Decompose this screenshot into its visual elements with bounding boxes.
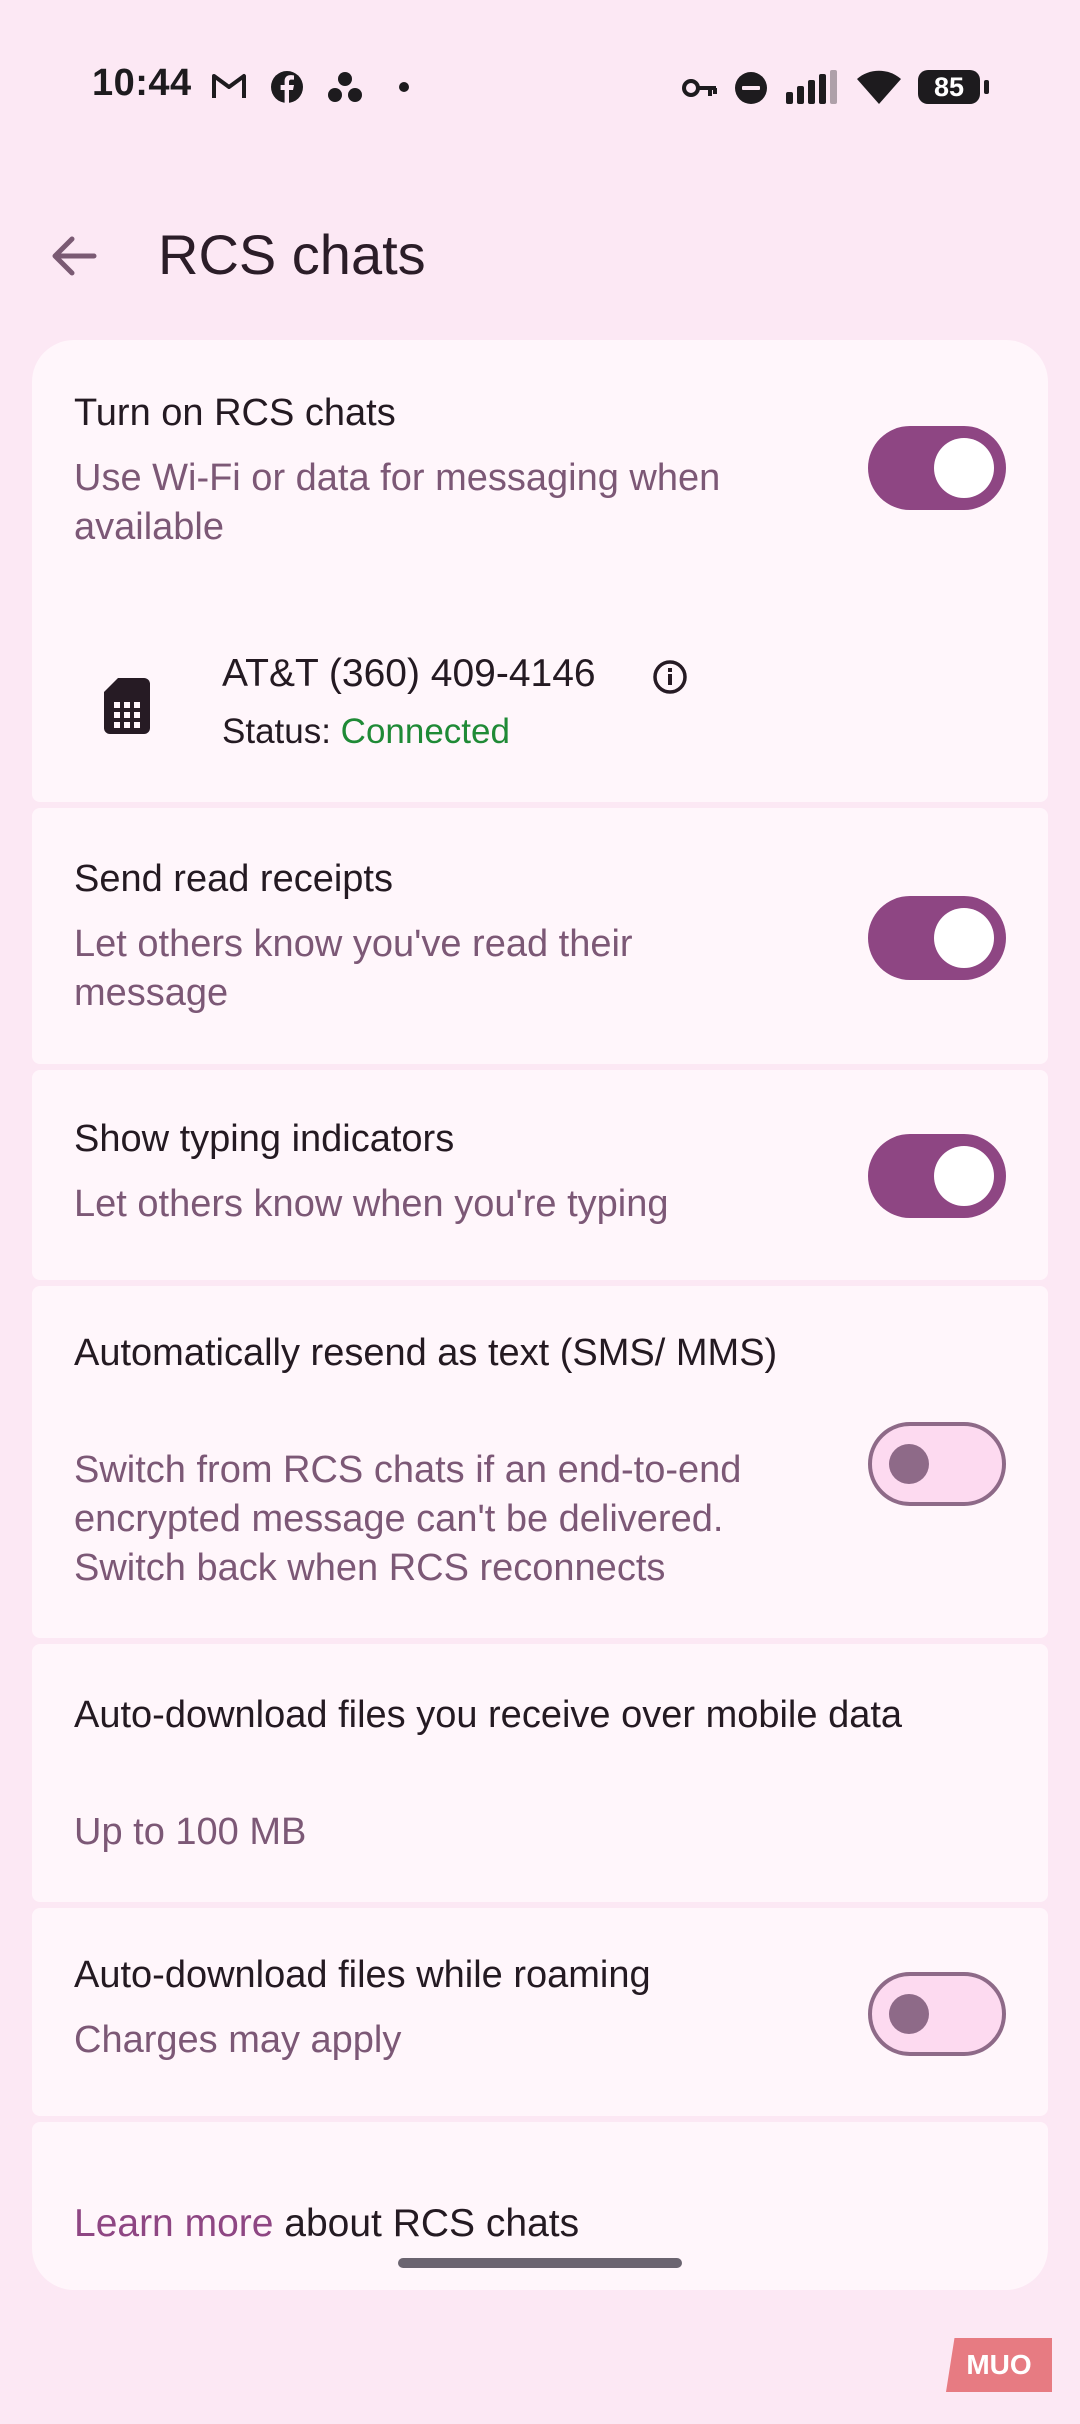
rcs-title: Turn on RCS chats	[74, 392, 396, 434]
resend-title: Automatically resend as text (SMS/ MMS)	[74, 1332, 778, 1374]
typing-indicators-row[interactable]: Show typing indicators Let others know w…	[32, 1070, 1048, 1280]
dot-icon	[399, 82, 409, 92]
toggle-knob	[934, 1146, 994, 1206]
learn-more-text: Learn more about RCS chats	[74, 2202, 579, 2246]
auto-download-row[interactable]: Auto-download files you receive over mob…	[32, 1644, 1048, 1902]
page-title: RCS chats	[158, 223, 426, 286]
toggle-knob	[934, 438, 994, 498]
read-receipts-subtitle: Let others know you've read their messag…	[74, 923, 633, 1014]
status-time: 10:44	[92, 62, 192, 104]
toggle-knob	[889, 1444, 929, 1484]
dots-icon	[328, 72, 362, 102]
facebook-icon	[271, 71, 303, 103]
resend-subtitle: Switch from RCS chats if an end-to-end e…	[74, 1449, 742, 1589]
resend-toggle[interactable]	[868, 1422, 1006, 1506]
toggle-knob	[889, 1994, 929, 2034]
rcs-subtitle: Use Wi-Fi or data for messaging when ava…	[74, 457, 721, 548]
signal-icon	[786, 70, 837, 104]
roaming-subtitle: Charges may apply	[74, 2019, 402, 2061]
roaming-title: Auto-download files while roaming	[74, 1954, 651, 1996]
info-icon[interactable]	[652, 659, 688, 695]
roaming-toggle[interactable]	[868, 1972, 1006, 2056]
read-receipts-toggle[interactable]	[868, 896, 1006, 980]
resend-row[interactable]: Automatically resend as text (SMS/ MMS) …	[32, 1286, 1048, 1638]
toggle-knob	[934, 908, 994, 968]
status-bar: 10:44 85	[0, 0, 1080, 180]
sim-status-value: Connected	[340, 712, 510, 751]
home-indicator[interactable]	[398, 2258, 682, 2268]
typing-subtitle: Let others know when you're typing	[74, 1183, 669, 1225]
watermark-logo: MUO	[946, 2338, 1052, 2392]
arrow-back-icon[interactable]	[44, 226, 104, 286]
sim-name: AT&T (360) 409-4146	[222, 652, 596, 695]
rcs-setting-row[interactable]: Turn on RCS chats Use Wi-Fi or data for …	[32, 340, 1048, 590]
learn-more-link[interactable]: Learn more	[74, 2202, 273, 2245]
sim-card-icon	[104, 678, 150, 734]
rcs-toggle[interactable]	[868, 426, 1006, 510]
read-receipts-title: Send read receipts	[74, 858, 393, 900]
battery-tip	[984, 80, 989, 94]
learn-more-rest: about RCS chats	[273, 2202, 580, 2245]
sim-status-label: Status:	[222, 712, 341, 751]
read-receipts-row[interactable]: Send read receipts Let others know you'v…	[32, 808, 1048, 1064]
auto-download-title: Auto-download files you receive over mob…	[74, 1694, 903, 1736]
typing-toggle[interactable]	[868, 1134, 1006, 1218]
sim-status: Status: Connected	[222, 712, 510, 752]
rcs-card: Turn on RCS chats Use Wi-Fi or data for …	[32, 340, 1048, 802]
wifi-icon	[857, 70, 901, 104]
battery-icon: 85	[918, 70, 980, 104]
dnd-icon	[735, 72, 767, 104]
roaming-row[interactable]: Auto-download files while roaming Charge…	[32, 1908, 1048, 2116]
gmail-icon	[212, 74, 246, 98]
auto-download-subtitle: Up to 100 MB	[74, 1811, 307, 1853]
vpn-key-icon	[682, 79, 717, 97]
typing-title: Show typing indicators	[74, 1118, 455, 1160]
